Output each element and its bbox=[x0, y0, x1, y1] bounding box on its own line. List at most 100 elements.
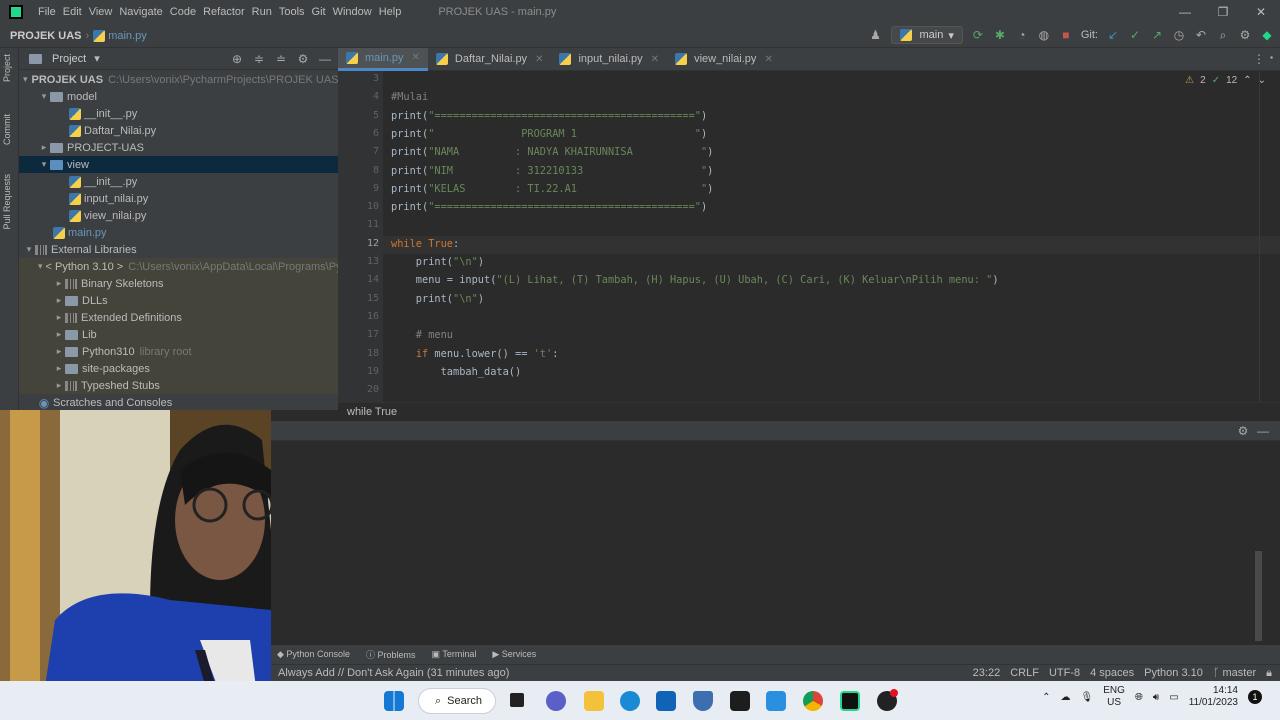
file-encoding[interactable]: UTF-8 bbox=[1049, 667, 1080, 680]
volume-icon[interactable]: 🔊︎ bbox=[1153, 692, 1159, 703]
debug-icon[interactable]: ✱ bbox=[993, 28, 1007, 42]
menu-window[interactable]: Window bbox=[333, 6, 379, 18]
tree-item-dlls[interactable]: ▸ DLLs bbox=[19, 292, 338, 309]
code-line[interactable]: print("=================================… bbox=[391, 110, 707, 122]
chat-icon[interactable] bbox=[546, 691, 566, 711]
chevron-right-icon[interactable]: ▸ bbox=[53, 312, 65, 323]
tab-input-nilai[interactable]: input_nilai.py ✕ bbox=[551, 48, 667, 71]
code-line[interactable]: #Mulai bbox=[391, 91, 428, 103]
tree-item-scratches[interactable]: ◉ Scratches and Consoles bbox=[19, 394, 338, 411]
menu-tools[interactable]: Tools bbox=[279, 6, 312, 18]
tree-item-python-sdk[interactable]: ▾ < Python 3.10 > C:\Users\vonix\AppData\L… bbox=[19, 258, 338, 275]
lock-icon[interactable]: 🔒︎ bbox=[1266, 667, 1272, 680]
menu-file[interactable]: File bbox=[38, 6, 63, 18]
vscode-icon[interactable] bbox=[766, 691, 786, 711]
tree-item-extended-definitions[interactable]: ▸ Extended Definitions bbox=[19, 309, 338, 326]
more-icon[interactable]: ⋮ bbox=[1252, 52, 1266, 66]
chevron-right-icon[interactable]: ▸ bbox=[53, 329, 65, 340]
notification-badge[interactable]: 1 bbox=[1248, 690, 1262, 704]
gear-icon[interactable]: ⚙ bbox=[1236, 424, 1250, 438]
chevron-down-icon[interactable]: ▾ bbox=[23, 74, 28, 85]
line-separator[interactable]: CRLF bbox=[1010, 667, 1039, 680]
gear-icon[interactable]: ⚙ bbox=[296, 52, 310, 66]
menu-view[interactable]: View bbox=[89, 6, 120, 18]
python-interpreter[interactable]: Python 3.10 bbox=[1144, 667, 1203, 680]
tab-commit[interactable]: Commit bbox=[2, 114, 12, 145]
tab-project[interactable]: Project bbox=[2, 54, 12, 82]
tree-item-view-nilai[interactable]: view_nilai.py bbox=[19, 207, 338, 224]
code-line[interactable]: print("NIM : 312210133 ") bbox=[391, 165, 713, 177]
menu-help[interactable]: Help bbox=[379, 6, 409, 18]
expand-all-icon[interactable]: ≑ bbox=[252, 52, 266, 66]
tree-item-view[interactable]: ▾ view bbox=[19, 156, 338, 173]
close-tab-icon[interactable]: ✕ bbox=[535, 54, 543, 65]
tree-item-external-libraries[interactable]: ▾ External Libraries bbox=[19, 241, 338, 258]
security-icon[interactable] bbox=[693, 691, 713, 711]
tab-view-nilai[interactable]: view_nilai.py ✕ bbox=[667, 48, 781, 71]
language-indicator[interactable]: ENG US bbox=[1103, 685, 1125, 709]
tab-services[interactable]: ▶ Services bbox=[492, 649, 536, 660]
tree-item-project-uas[interactable]: ▸ PROJECT-UAS bbox=[19, 139, 338, 156]
tab-python-console[interactable]: ◆ Python Console bbox=[277, 649, 350, 660]
search-icon[interactable]: ⌕ bbox=[1216, 28, 1230, 42]
store-icon[interactable] bbox=[656, 691, 676, 711]
scrollbar[interactable] bbox=[1255, 551, 1262, 641]
code-line[interactable]: print("\n") bbox=[391, 293, 484, 305]
caret-position[interactable]: 23:22 bbox=[973, 667, 1001, 680]
pycharm-icon[interactable] bbox=[840, 691, 860, 711]
menu-refactor[interactable]: Refactor bbox=[203, 6, 252, 18]
chevron-right-icon[interactable]: ▸ bbox=[53, 346, 65, 357]
history-icon[interactable]: ◷ bbox=[1172, 28, 1186, 42]
code-line[interactable]: print("\n") bbox=[391, 256, 484, 268]
tab-pull-requests[interactable]: Pull Requests bbox=[2, 174, 12, 230]
tree-item-lib[interactable]: ▸ Lib bbox=[19, 326, 338, 343]
code-line[interactable]: print("=================================… bbox=[391, 201, 707, 213]
battery-icon[interactable]: ▭ bbox=[1169, 692, 1178, 703]
chevron-down-icon[interactable]: ▾ bbox=[94, 52, 100, 65]
editor-breadcrumb[interactable]: while True bbox=[338, 402, 1280, 421]
hide-icon[interactable]: — bbox=[318, 52, 332, 66]
rollback-icon[interactable]: ↶ bbox=[1194, 28, 1208, 42]
tree-item-daftar-nilai[interactable]: Daftar_Nilai.py bbox=[19, 122, 338, 139]
tree-item-typeshed-stubs[interactable]: ▸ Typeshed Stubs bbox=[19, 377, 338, 394]
locate-icon[interactable]: ⊕ bbox=[230, 52, 244, 66]
onedrive-icon[interactable]: ☁ bbox=[1061, 692, 1071, 703]
chevron-right-icon[interactable]: ▸ bbox=[53, 363, 65, 374]
code-editor[interactable]: 3 4 5 6 7 8 9 10 11 12 13 14 15 16 17 18 19 20 #Mulai prin… bbox=[338, 71, 1280, 402]
chevron-down-icon[interactable]: ▾ bbox=[23, 244, 35, 255]
tree-item-python310[interactable]: ▸ Python310 library root bbox=[19, 343, 338, 360]
chevron-right-icon[interactable]: ▸ bbox=[53, 295, 65, 306]
chevron-down-icon[interactable]: ▾ bbox=[38, 91, 50, 102]
git-update-icon[interactable]: ↙ bbox=[1106, 28, 1120, 42]
tree-item-binary-skeletons[interactable]: ▸ Binary Skeletons bbox=[19, 275, 338, 292]
chrome-icon[interactable] bbox=[803, 691, 823, 711]
file-explorer-icon[interactable] bbox=[584, 691, 604, 711]
indent-setting[interactable]: 4 spaces bbox=[1090, 667, 1134, 680]
clock[interactable]: 14:14 11/01/2023 bbox=[1189, 685, 1238, 709]
code-line[interactable]: tambah_data() bbox=[391, 366, 522, 378]
start-icon[interactable] bbox=[384, 691, 404, 711]
minimize-button[interactable]: — bbox=[1166, 0, 1204, 24]
close-button[interactable]: ✕ bbox=[1242, 0, 1280, 24]
chevron-down-icon[interactable]: ▾ bbox=[38, 261, 43, 272]
tree-item-view-init[interactable]: __init__.py bbox=[19, 173, 338, 190]
chevron-up-icon[interactable]: ⌃ bbox=[1243, 75, 1251, 86]
tab-problems[interactable]: ⓘ Problems bbox=[366, 648, 416, 661]
edge-icon[interactable] bbox=[620, 691, 640, 711]
maximize-button[interactable]: ❐ bbox=[1204, 0, 1242, 24]
run-configuration-select[interactable]: main ▾ bbox=[890, 26, 963, 44]
jetbrains-icon[interactable]: ◆ bbox=[1260, 28, 1274, 42]
task-view-icon[interactable] bbox=[508, 691, 526, 709]
gear-icon[interactable]: ⚙ bbox=[1238, 28, 1252, 42]
code-line[interactable]: print(" PROGRAM 1 ") bbox=[391, 128, 707, 140]
code-line[interactable]: # menu bbox=[391, 329, 453, 341]
globe-icon[interactable]: 🌐︎ bbox=[1135, 692, 1143, 703]
close-tab-icon[interactable]: ✕ bbox=[764, 54, 772, 65]
chevron-down-icon[interactable]: ▾ bbox=[38, 159, 50, 170]
code-line[interactable]: print("NAMA : NADYA KHAIRUNNISA ") bbox=[391, 146, 713, 158]
stop-icon[interactable]: ■ bbox=[1059, 28, 1073, 42]
tab-terminal[interactable]: ▣ Terminal bbox=[432, 649, 477, 660]
microphone-icon[interactable]: 🎙︎ bbox=[1081, 692, 1094, 703]
tree-item-input-nilai[interactable]: input_nilai.py bbox=[19, 190, 338, 207]
taskbar-search[interactable]: ⌕ Search bbox=[418, 688, 496, 714]
